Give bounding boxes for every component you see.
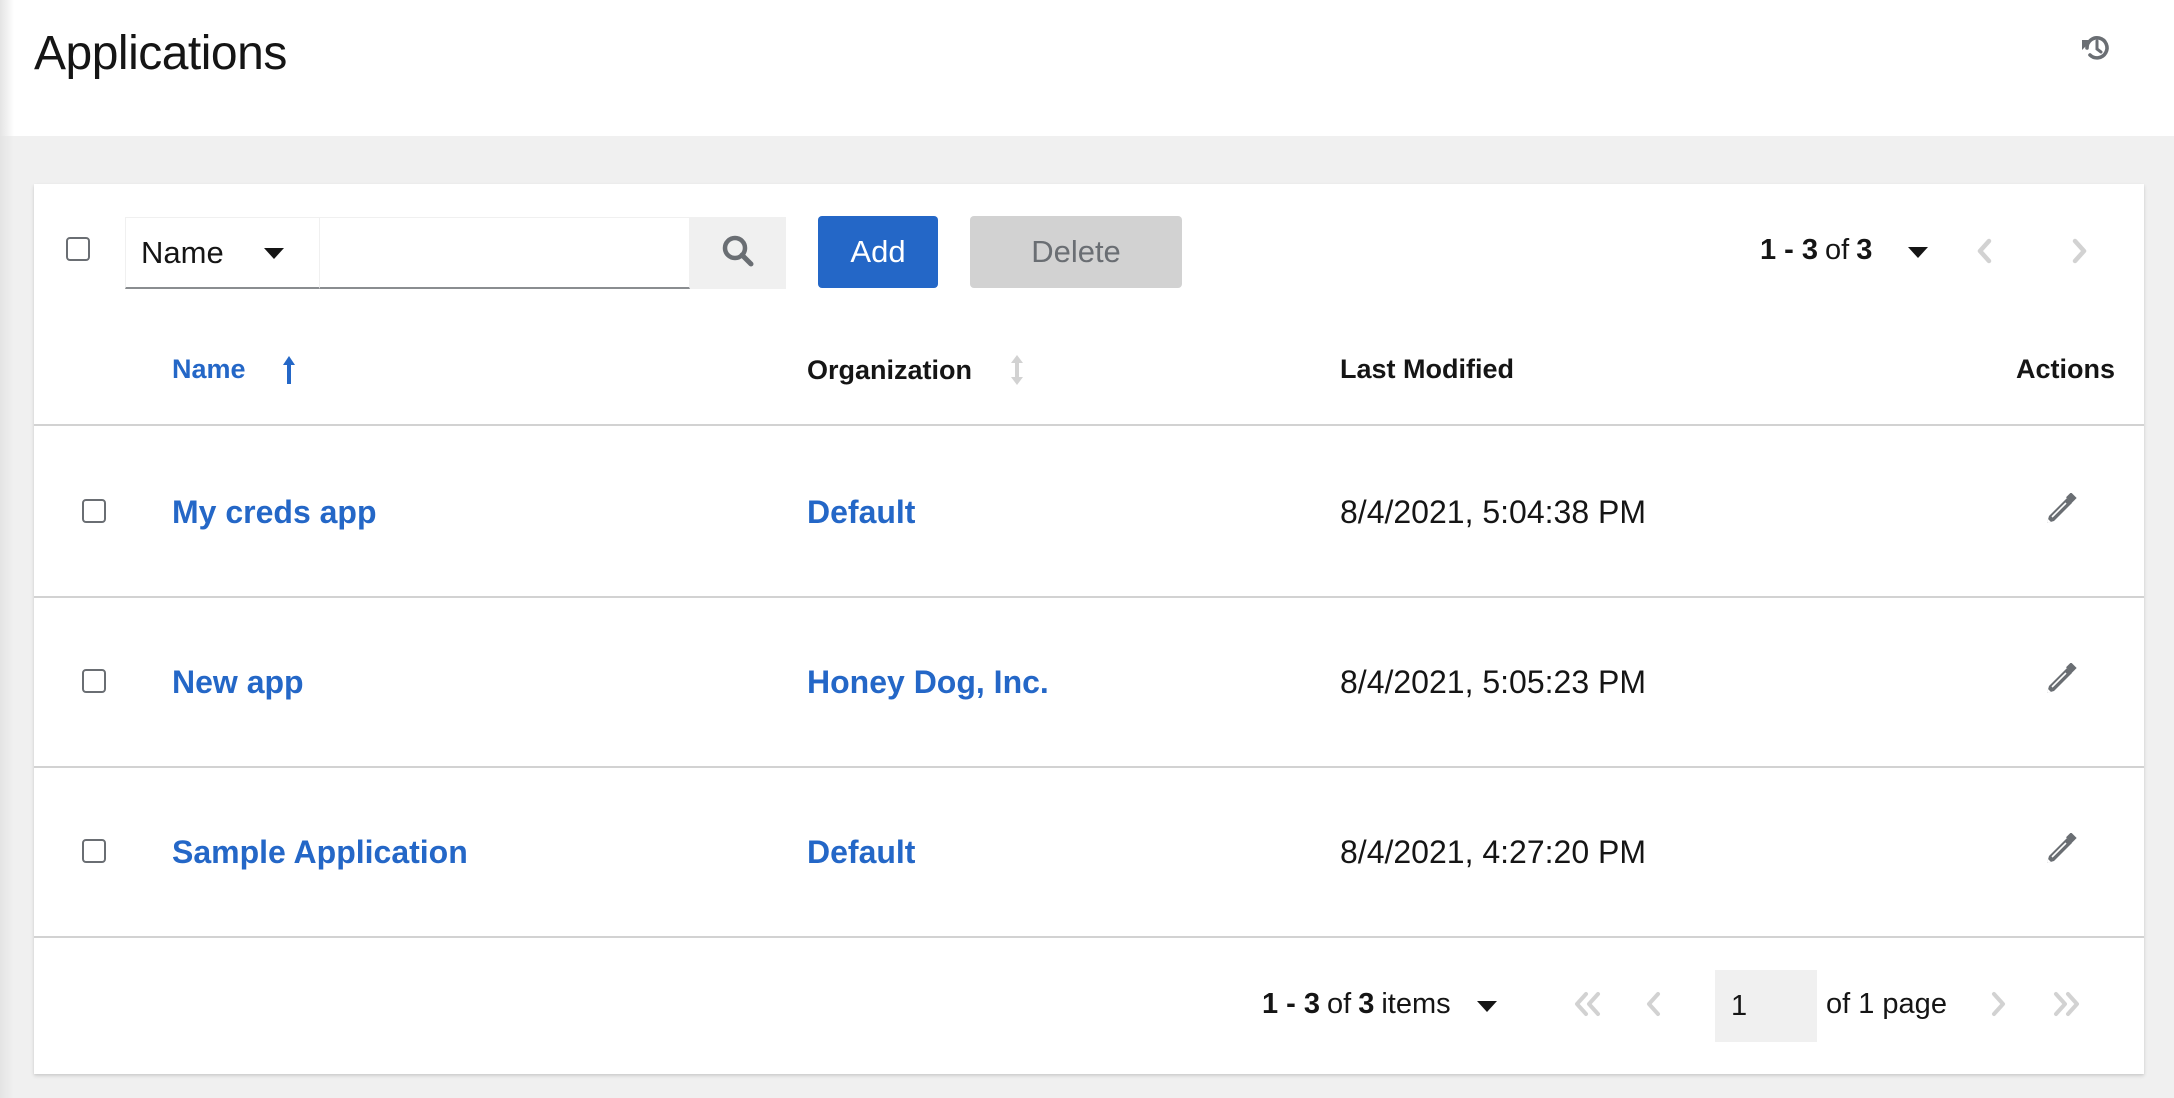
angle-right-icon [1988,990,2008,1023]
delete-button[interactable]: Delete [970,216,1182,288]
last-modified-value: 8/4/2021, 4:27:20 PM [1340,833,1646,870]
application-name-link[interactable]: Sample Application [172,834,468,871]
current-page-input[interactable] [1715,970,1817,1042]
select-all-checkbox[interactable] [66,237,90,261]
pagination-total: 3 [1358,988,1375,1020]
add-button[interactable]: Add [818,216,938,288]
column-header-label: Organization [807,354,973,385]
long-arrow-up-icon [282,355,296,385]
table-row: New app Honey Dog, Inc. 8/4/2021, 5:05:2… [34,598,2144,768]
table-row: My creds app Default 8/4/2021, 5:04:38 P… [34,428,2144,598]
column-header-organization[interactable]: Organization [807,354,1024,386]
caret-down-icon [1476,1001,1497,1012]
edit-button[interactable] [2040,831,2080,872]
filter-attribute-select[interactable]: Name [125,217,320,289]
row-select-checkbox[interactable] [82,669,106,693]
row-select-checkbox[interactable] [82,499,106,523]
organization-link[interactable]: Default [807,834,915,871]
pagination-range: 1 - 3 [1262,988,1321,1020]
pagination-of-label: of [1825,234,1850,266]
last-page-button[interactable] [2046,986,2086,1026]
footer-pagination: 1 - 3 of 3 items of 1 page [34,940,2144,1074]
column-header-actions: Actions [2016,354,2116,384]
angle-left-icon [1975,237,1995,270]
table-row: Sample Application Default 8/4/2021, 4:2… [34,768,2144,938]
page-header: Applications [0,0,2174,136]
edit-button[interactable] [2040,491,2080,532]
column-header-name[interactable]: Name [172,354,296,385]
application-name-link[interactable]: My creds app [172,494,377,531]
pencil-icon [2043,831,2077,872]
toolbar-pagination-toggle[interactable]: 1 - 3 of 3 [1760,234,1929,267]
organization-link[interactable]: Default [807,494,915,531]
per-page-toggle[interactable]: 1 - 3 of 3 items [1262,988,1497,1021]
caret-down-icon [1908,247,1929,258]
toolbar-next-page-button[interactable] [2059,233,2099,273]
angle-right-icon [2069,237,2089,270]
applications-list-card: Name Add Delete 1 - 3 of 3 Name Organiza… [34,184,2144,1074]
next-page-button[interactable] [1978,986,2018,1026]
column-header-last-modified: Last Modified [1340,354,1514,384]
search-button[interactable] [690,217,786,289]
pencil-icon [2043,661,2077,702]
filter-attribute-label: Name [141,234,224,270]
search-input[interactable] [320,217,690,289]
pagination-of-label: of [1327,988,1352,1020]
last-modified-value: 8/4/2021, 5:04:38 PM [1340,493,1646,530]
prev-page-button[interactable] [1634,986,1674,1026]
page-title: Applications [34,27,287,80]
organization-link[interactable]: Honey Dog, Inc. [807,664,1049,701]
toolbar-prev-page-button[interactable] [1965,233,2005,273]
table-header: Name Organization Last Modified Actions [34,314,2144,426]
column-header-label: Name [172,354,246,384]
arrows-alt-v-icon [1010,354,1024,386]
caret-down-icon [264,248,284,259]
history-icon [2079,31,2113,70]
application-name-link[interactable]: New app [172,664,304,701]
edit-button[interactable] [2040,661,2080,702]
angle-double-left-icon [1572,990,1604,1023]
history-button[interactable] [2078,32,2114,68]
sidebar-edge-shadow [0,0,14,1098]
pagination-items-label: items [1381,988,1451,1020]
first-page-button[interactable] [1568,986,1608,1026]
angle-left-icon [1644,990,1664,1023]
search-icon [720,233,756,274]
pagination-total: 3 [1856,234,1873,266]
pagination-range: 1 - 3 [1760,234,1819,266]
row-select-checkbox[interactable] [82,839,106,863]
total-pages-label: of 1 page [1826,988,1947,1020]
last-modified-value: 8/4/2021, 5:05:23 PM [1340,663,1646,700]
pencil-icon [2043,491,2077,532]
angle-double-right-icon [2050,990,2082,1023]
